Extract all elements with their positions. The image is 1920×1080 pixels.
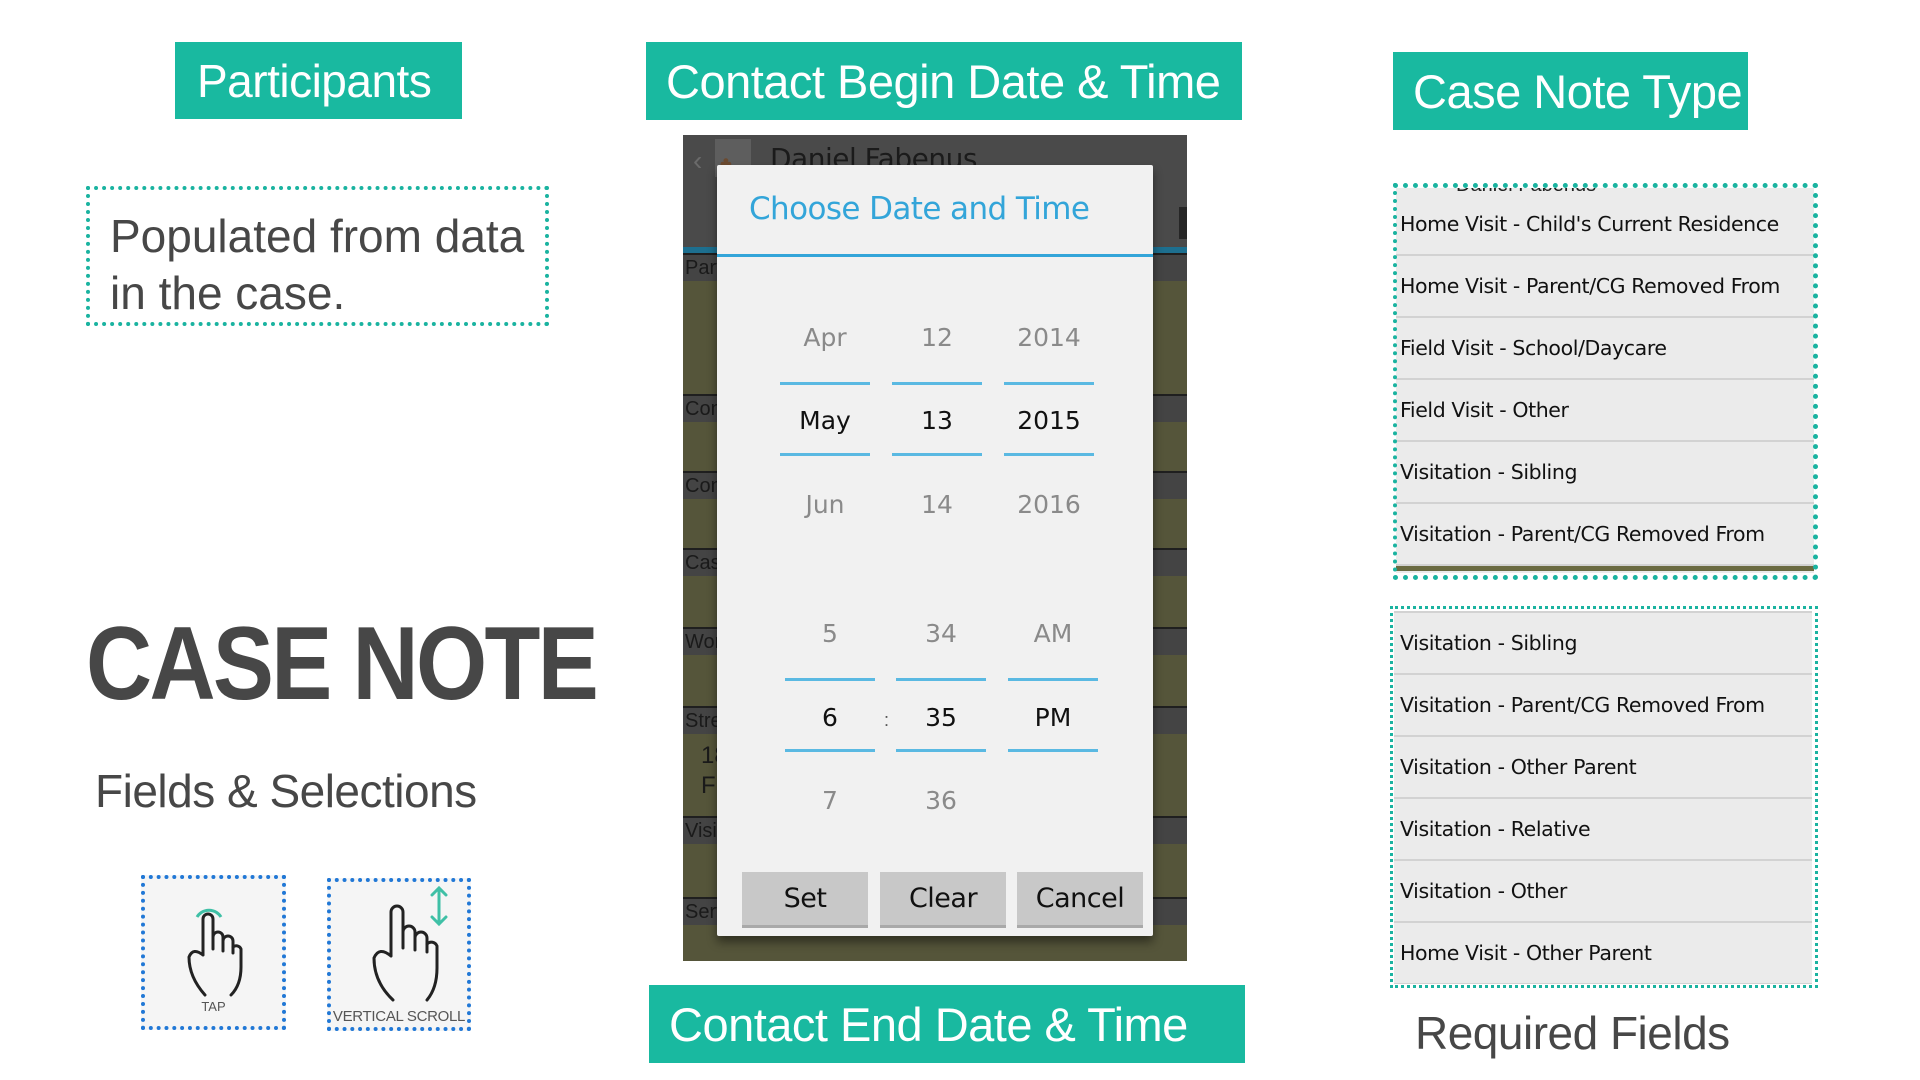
minute-prev[interactable]: 34 [896,619,986,648]
tap-gesture-label: TAP [201,999,226,1014]
year-selected[interactable]: 2015 [1004,406,1094,435]
ampm-prev[interactable]: AM [1008,619,1098,648]
back-chevron-icon[interactable]: ‹ [693,145,702,177]
ampm-selection-line-top [1008,678,1098,681]
time-separator: : [884,710,890,730]
minute-selection-line-bottom [896,749,986,752]
page-subtitle: Fields & Selections [95,765,477,817]
hour-selection-line-bottom [785,749,875,752]
contact-end-banner: Contact End Date & Time [649,985,1245,1063]
month-selection-line-top [780,382,870,385]
month-selection-line-bottom [780,453,870,456]
year-next[interactable]: 2016 [1004,490,1094,519]
case-note-type-highlight [1393,183,1818,580]
action-bar-button[interactable] [1179,207,1187,239]
month-prev[interactable]: Apr [780,323,870,352]
page-title: CASE NOTE [86,606,599,722]
month-next[interactable]: Jun [780,490,870,519]
set-button[interactable]: Set [742,872,868,928]
minute-selected[interactable]: 35 [896,703,986,732]
hour-prev[interactable]: 5 [785,619,875,648]
year-selection-line-bottom [1004,453,1094,456]
ampm-selection-line-bottom [1008,749,1098,752]
day-next[interactable]: 14 [892,490,982,519]
day-prev[interactable]: 12 [892,323,982,352]
contact-begin-banner: Contact Begin Date & Time [646,42,1242,120]
participants-note-box: Populated from data in the case. [86,186,549,326]
dialog-title: Choose Date and Time [749,191,1090,227]
year-prev[interactable]: 2014 [1004,323,1094,352]
date-time-dialog: Choose Date and Time Apr May Jun 12 13 1… [717,165,1153,936]
ampm-selected[interactable]: PM [1008,703,1098,732]
dialog-title-divider [717,254,1153,257]
participants-note-text: Populated from data in the case. [110,210,525,319]
tap-hand-icon [187,908,243,997]
case-note-type-banner: Case Note Type [1393,52,1748,130]
cancel-button[interactable]: Cancel [1017,872,1143,928]
day-selected[interactable]: 13 [892,406,982,435]
year-selection-line-top [1004,382,1094,385]
required-fields-label: Required Fields [1415,1007,1730,1059]
hour-next[interactable]: 7 [785,786,875,815]
day-selection-line-bottom [892,453,982,456]
month-selected[interactable]: May [780,406,870,435]
minute-selection-line-top [896,678,986,681]
minute-next[interactable]: 36 [896,786,986,815]
required-fields-highlight [1390,606,1818,988]
vertical-scroll-gesture-label: VERTICAL SCROLL [332,1008,466,1025]
vertical-scroll-gesture-legend: VERTICAL SCROLL [327,878,471,1031]
hour-selected[interactable]: 6 [785,703,875,732]
clear-button[interactable]: Clear [880,872,1006,928]
vertical-scroll-hand-icon [372,885,448,1002]
day-selection-line-top [892,382,982,385]
tap-gesture-legend: TAP [141,875,286,1030]
hour-selection-line-top [785,678,875,681]
participants-banner: Participants [175,42,462,119]
